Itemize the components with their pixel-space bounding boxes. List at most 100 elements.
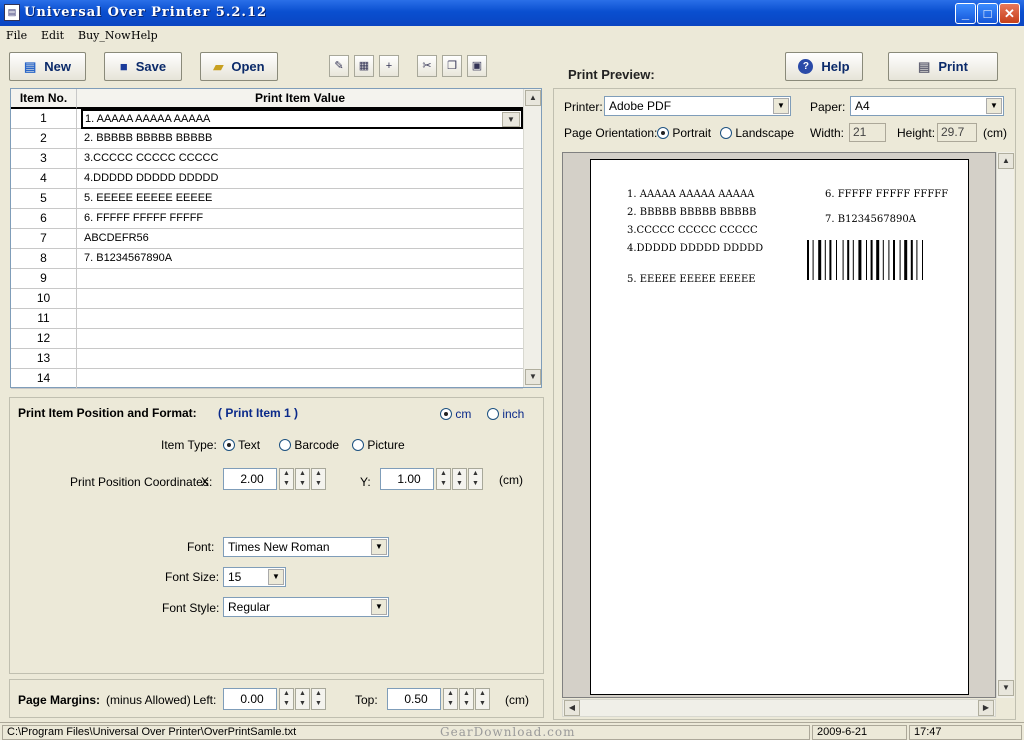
x-spin-fine[interactable]: ▲ ▼ <box>279 468 294 490</box>
unit-inch-radio[interactable]: inch <box>487 407 524 421</box>
new-button[interactable]: ▤ New <box>9 52 86 81</box>
item-value-cell[interactable]: 3.CCCCC CCCCC CCCCC <box>84 149 218 168</box>
top-spin-medium[interactable]: ▲ ▼ <box>459 688 474 710</box>
scroll-down-icon[interactable]: ▼ <box>525 369 541 385</box>
table-row[interactable]: 9 <box>11 269 523 289</box>
type-text-radio[interactable]: Text <box>223 438 260 452</box>
preview-horizontal-scrollbar[interactable]: ◀ ▶ <box>562 699 996 717</box>
table-row[interactable]: 4 4.DDDDD DDDDD DDDDD <box>11 169 523 189</box>
add-item-icon[interactable]: + <box>379 55 399 77</box>
x-spin-medium[interactable]: ▲ ▼ <box>295 468 310 490</box>
floppy-disk-icon: ■ <box>119 59 128 74</box>
height-field: 29.7 <box>937 123 977 142</box>
scroll-right-icon[interactable]: ▶ <box>978 700 994 716</box>
scroll-up-icon[interactable]: ▲ <box>998 153 1014 169</box>
item-value-cell[interactable]: 7. B1234567890A <box>84 249 172 268</box>
minimize-button[interactable]: _ <box>955 3 976 24</box>
left-spin-medium[interactable]: ▲ ▼ <box>295 688 310 710</box>
item-value-cell[interactable]: 6. FFFFF FFFFF FFFFF <box>84 209 203 228</box>
excel-import-icon[interactable]: ▦ <box>354 55 374 77</box>
top-spin-coarse[interactable]: ▲ ▼ <box>475 688 490 710</box>
paste-icon[interactable]: ▣ <box>467 55 487 77</box>
left-margin-input[interactable]: 0.00 <box>223 688 277 710</box>
row-editor-combo[interactable]: 1. AAAAA AAAAA AAAAA ▼ <box>81 109 523 129</box>
table-row[interactable]: 13 <box>11 349 523 369</box>
edit-icon[interactable]: ✎ <box>329 55 349 77</box>
table-row[interactable]: 3 3.CCCCC CCCCC CCCCC <box>11 149 523 169</box>
chevron-down-icon[interactable]: ▼ <box>773 98 789 114</box>
item-value-cell[interactable]: 4.DDDDD DDDDD DDDDD <box>84 169 218 188</box>
maximize-button[interactable]: □ <box>977 3 998 24</box>
type-picture-radio[interactable]: Picture <box>352 438 405 452</box>
chevron-down-icon[interactable]: ▼ <box>986 98 1002 114</box>
cut-icon[interactable]: ✂ <box>417 55 437 77</box>
item-value-cell[interactable]: 2. BBBBB BBBBB BBBBB <box>84 129 212 148</box>
table-row[interactable]: 6 6. FFFFF FFFFF FFFFF <box>11 209 523 229</box>
table-row[interactable]: 11 <box>11 309 523 329</box>
item-value-cell[interactable]: 5. EEEEE EEEEE EEEEE <box>84 189 212 208</box>
portrait-label: Portrait <box>672 126 712 140</box>
menu-help[interactable]: Help <box>131 29 158 42</box>
open-button[interactable]: ▰ Open <box>200 52 278 81</box>
chevron-down-icon[interactable]: ▼ <box>502 112 520 127</box>
grid-scrollbar[interactable]: ▲ ▼ <box>523 89 541 387</box>
table-row[interactable]: 5 5. EEEEE EEEEE EEEEE <box>11 189 523 209</box>
chevron-down-icon[interactable]: ▼ <box>268 569 284 585</box>
top-margin-input[interactable]: 0.50 <box>387 688 441 710</box>
table-row[interactable]: 7 ABCDEFR56 <box>11 229 523 249</box>
font-size-select[interactable]: 15 ▼ <box>223 567 286 587</box>
status-time: 17:47 <box>909 725 1022 740</box>
x-coordinate-input[interactable]: 2.00 <box>223 468 277 490</box>
scroll-left-icon[interactable]: ◀ <box>564 700 580 716</box>
menu-edit[interactable]: Edit <box>41 29 64 42</box>
paper-select[interactable]: A4 ▼ <box>850 96 1004 116</box>
x-spin-coarse[interactable]: ▲ ▼ <box>311 468 326 490</box>
font-select[interactable]: Times New Roman ▼ <box>223 537 389 557</box>
preview-line-2: 2. BBBBB BBBBB BBBBB <box>627 207 757 218</box>
table-row[interactable]: 12 <box>11 329 523 349</box>
scroll-down-icon[interactable]: ▼ <box>998 680 1014 696</box>
print-button[interactable]: ▤ Print <box>888 52 998 81</box>
save-button[interactable]: ■ Save <box>104 52 182 81</box>
font-style-select[interactable]: Regular ▼ <box>223 597 389 617</box>
print-button-label: Print <box>938 59 968 74</box>
close-button[interactable]: ✕ <box>999 3 1020 24</box>
preview-line-7: 7. B1234567890A <box>825 214 916 225</box>
menu-buy-now[interactable]: Buy_Now <box>78 29 131 42</box>
preview-line-1: 1. AAAAA AAAAA AAAAA <box>627 189 755 200</box>
preview-canvas[interactable]: 1. AAAAA AAAAA AAAAA 2. BBBBB BBBBB BBBB… <box>562 152 996 698</box>
table-row[interactable]: 14 <box>11 369 523 389</box>
table-row[interactable]: 8 7. B1234567890A <box>11 249 523 269</box>
item-value-cell[interactable]: ABCDEFR56 <box>84 229 149 248</box>
row-editor-value: 1. AAAAA AAAAA AAAAA <box>85 113 211 125</box>
preview-vertical-scrollbar[interactable]: ▲ ▼ <box>996 152 1014 698</box>
print-items-grid[interactable]: Item No. Print Item Value 1 2 2. BBBBB BBB… <box>10 88 542 389</box>
printer-select[interactable]: Adobe PDF ▼ <box>604 96 791 116</box>
y-spin-fine[interactable]: ▲ ▼ <box>436 468 451 490</box>
chevron-down-icon[interactable]: ▼ <box>371 599 387 615</box>
chevron-down-icon[interactable]: ▼ <box>371 539 387 555</box>
landscape-radio[interactable]: Landscape <box>720 126 794 140</box>
portrait-radio[interactable]: Portrait <box>657 126 711 140</box>
help-button[interactable]: ? Help <box>785 52 863 81</box>
left-spin-coarse[interactable]: ▲ ▼ <box>311 688 326 710</box>
width-field: 21 <box>849 123 886 142</box>
type-barcode-radio[interactable]: Barcode <box>279 438 339 452</box>
y-spin-medium[interactable]: ▲ ▼ <box>452 468 467 490</box>
copy-icon[interactable]: ❐ <box>442 55 462 77</box>
item-number-cell: 12 <box>11 329 77 349</box>
item-number-cell: 3 <box>11 149 77 169</box>
table-row[interactable]: 2 2. BBBBB BBBBB BBBBB <box>11 129 523 149</box>
barcode-bar <box>882 240 884 280</box>
menu-file[interactable]: File <box>6 29 27 42</box>
unit-cm-radio[interactable]: cm <box>440 407 471 421</box>
y-coordinate-input[interactable]: 1.00 <box>380 468 434 490</box>
column-header-item-no[interactable]: Item No. <box>11 89 77 109</box>
scroll-up-icon[interactable]: ▲ <box>525 90 541 106</box>
column-header-value[interactable]: Print Item Value <box>77 89 523 109</box>
top-spin-fine[interactable]: ▲ ▼ <box>443 688 458 710</box>
table-row[interactable]: 10 <box>11 289 523 309</box>
y-spin-coarse[interactable]: ▲ ▼ <box>468 468 483 490</box>
left-spin-fine[interactable]: ▲ ▼ <box>279 688 294 710</box>
barcode-bar <box>829 240 832 280</box>
